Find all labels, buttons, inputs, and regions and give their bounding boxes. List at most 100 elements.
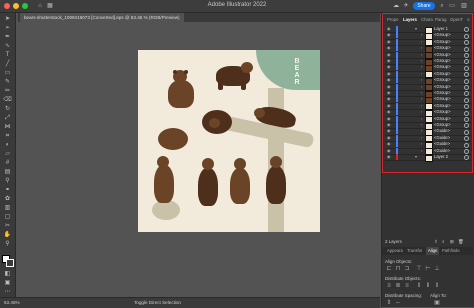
visibility-eye-icon[interactable]: ◉ — [387, 142, 392, 146]
distribute-hspace-icon[interactable]: ⇔ — [395, 300, 401, 306]
tab-transform[interactable]: Transfor — [405, 247, 424, 255]
distribute-vspace-icon[interactable]: ⇕ — [386, 300, 392, 306]
distribute-bottom-icon[interactable]: ≡ — [404, 283, 410, 289]
visibility-eye-icon[interactable]: ◉ — [387, 135, 392, 140]
distribute-left-icon[interactable]: ‖ — [416, 283, 422, 289]
layer-color-bar — [396, 58, 398, 64]
hand-tool-icon[interactable]: ✋ — [3, 232, 12, 239]
tab-paragraph[interactable]: Parag — [435, 16, 446, 24]
align-middle-icon[interactable]: ⊢ — [425, 266, 431, 272]
rocket-icon[interactable]: ✈ — [402, 2, 410, 10]
panel-menu-icon[interactable]: ≡ — [467, 16, 470, 24]
target-circle-icon[interactable] — [464, 155, 469, 161]
zoom-level[interactable]: 63.45% — [4, 300, 20, 305]
stroke-color-swatch[interactable] — [6, 259, 14, 267]
visibility-eye-icon[interactable]: ◉ — [387, 71, 392, 76]
visibility-eye-icon[interactable]: ◉ — [387, 148, 392, 153]
eyedropper-tool-icon[interactable]: ⚲ — [3, 178, 12, 185]
gradient-tool-icon[interactable]: ▤ — [3, 169, 12, 176]
eraser-tool-icon[interactable]: ⌫ — [3, 97, 12, 104]
distribute-hcenter-icon[interactable]: ⦀ — [425, 283, 431, 289]
distribute-center-icon[interactable]: ≣ — [395, 283, 401, 289]
artboard[interactable]: B E A R — [138, 50, 320, 232]
visibility-eye-icon[interactable]: ◉ — [387, 116, 392, 121]
rectangle-tool-icon[interactable]: ▭ — [3, 70, 12, 77]
visibility-eye-icon[interactable]: ◉ — [387, 33, 392, 37]
visibility-eye-icon[interactable]: ◉ — [387, 52, 392, 57]
align-center-icon[interactable]: ⊓ — [395, 266, 401, 272]
align-right-icon[interactable]: ⊐ — [404, 266, 410, 272]
visibility-eye-icon[interactable]: ◉ — [387, 103, 392, 108]
visibility-eye-icon[interactable]: ◉ — [387, 97, 392, 101]
tab-properties[interactable]: Prope — [387, 16, 398, 24]
align-to-selection-icon[interactable]: ▣ — [434, 300, 440, 306]
align-left-icon[interactable]: ⊏ — [386, 266, 392, 272]
collect-export-icon[interactable]: ⇪ — [434, 237, 438, 246]
graph-tool-icon[interactable]: ▥ — [3, 205, 12, 212]
perspective-tool-icon[interactable]: ▱ — [3, 151, 12, 158]
align-bottom-icon[interactable]: ⊥ — [434, 266, 440, 272]
visibility-eye-icon[interactable]: ◉ — [387, 84, 392, 89]
new-layer-icon[interactable]: ⊞ — [450, 237, 454, 246]
layer-color-bar — [396, 141, 398, 148]
distribute-top-icon[interactable]: ≡ — [386, 283, 392, 289]
layer-color-bar — [396, 83, 398, 90]
symbol-sprayer-tool-icon[interactable]: ✿ — [3, 196, 12, 203]
tab-opentype[interactable]: OpenT — [450, 16, 463, 24]
document-tab[interactable]: bears-shutterstock_1009419073 [Converted… — [20, 13, 184, 22]
direct-selection-tool-icon[interactable]: ➢ — [3, 25, 12, 32]
delete-layer-icon[interactable]: 🗑 — [458, 237, 464, 246]
screen-mode-icon[interactable]: ▣ — [3, 280, 12, 287]
visibility-eye-icon[interactable]: ◉ — [387, 129, 392, 133]
visibility-eye-icon[interactable]: ◉ — [387, 27, 392, 31]
visibility-eye-icon[interactable]: ◉ — [387, 110, 392, 114]
edit-toolbar-icon[interactable]: ⋯ — [3, 289, 12, 296]
slice-tool-icon[interactable]: ✂ — [3, 223, 12, 230]
tab-align[interactable]: Align — [426, 247, 440, 255]
status-tool[interactable]: Toggle Direct Selection — [134, 300, 181, 305]
tab-layers[interactable]: Layers — [403, 16, 417, 24]
distribute-right-icon[interactable]: ‖ — [434, 283, 440, 289]
cloud-icon[interactable]: ☁ — [392, 2, 400, 10]
visibility-eye-icon[interactable]: ◉ — [387, 123, 392, 127]
line-tool-icon[interactable]: ╱ — [3, 61, 12, 68]
visibility-eye-icon[interactable]: ◉ — [387, 155, 392, 159]
visibility-eye-icon[interactable]: ◉ — [387, 65, 392, 69]
type-tool-icon[interactable]: T — [3, 52, 12, 59]
pen-tool-icon[interactable]: ✒ — [3, 34, 12, 41]
paintbrush-tool-icon[interactable]: ✎ — [3, 79, 12, 86]
shape-builder-tool-icon[interactable]: ◐ — [3, 142, 12, 149]
drawing-modes-icon[interactable]: ◧ — [3, 271, 12, 278]
visibility-eye-icon[interactable]: ◉ — [387, 39, 392, 44]
selection-tool-icon[interactable]: ➤ — [3, 16, 12, 23]
workspace-switcher-icon[interactable]: ▥ — [460, 2, 468, 10]
visibility-eye-icon[interactable]: ◉ — [387, 59, 392, 63]
tab-character[interactable]: Chara — [421, 16, 433, 24]
locate-object-icon[interactable]: ⌕ — [442, 237, 444, 246]
curvature-tool-icon[interactable]: ∿ — [3, 43, 12, 50]
expand-chevron-icon[interactable]: ▾ — [415, 154, 417, 160]
align-top-icon[interactable]: ⊤ — [416, 266, 422, 272]
share-button[interactable]: Share — [413, 2, 435, 10]
visibility-eye-icon[interactable]: ◉ — [387, 91, 392, 95]
artboard-tool-icon[interactable]: ▢ — [3, 214, 12, 221]
free-transform-tool-icon[interactable]: ⌗ — [3, 133, 12, 140]
visibility-eye-icon[interactable]: ◉ — [387, 46, 392, 50]
layer-color-bar — [396, 147, 398, 154]
visibility-eye-icon[interactable]: ◉ — [387, 78, 392, 82]
tab-pathfinder[interactable]: Pathfinde — [440, 247, 462, 255]
tab-appearance[interactable]: Appeara — [385, 247, 405, 255]
layer-name[interactable]: Layer 2 — [434, 154, 448, 160]
search-icon[interactable]: ⌕ — [438, 2, 446, 10]
zoom-tool-icon[interactable]: ⚲ — [3, 241, 12, 248]
scale-tool-icon[interactable]: ⤢ — [3, 115, 12, 122]
width-tool-icon[interactable]: ⋈ — [3, 124, 12, 131]
title-bar: ⌂ ▦ Adobe Illustrator 2022 ☁ ✈ Share ⌕ ▭… — [0, 0, 474, 13]
arrange-icon[interactable]: ▭ — [448, 2, 456, 10]
blend-tool-icon[interactable]: ⚭ — [3, 187, 12, 194]
layer-row[interactable]: ◉ ▾ Layer 2 — [385, 154, 471, 162]
pencil-tool-icon[interactable]: ✏ — [3, 88, 12, 95]
rotate-tool-icon[interactable]: ↻ — [3, 106, 12, 113]
mesh-tool-icon[interactable]: # — [3, 160, 12, 167]
bear-title: B E A R — [294, 58, 300, 86]
